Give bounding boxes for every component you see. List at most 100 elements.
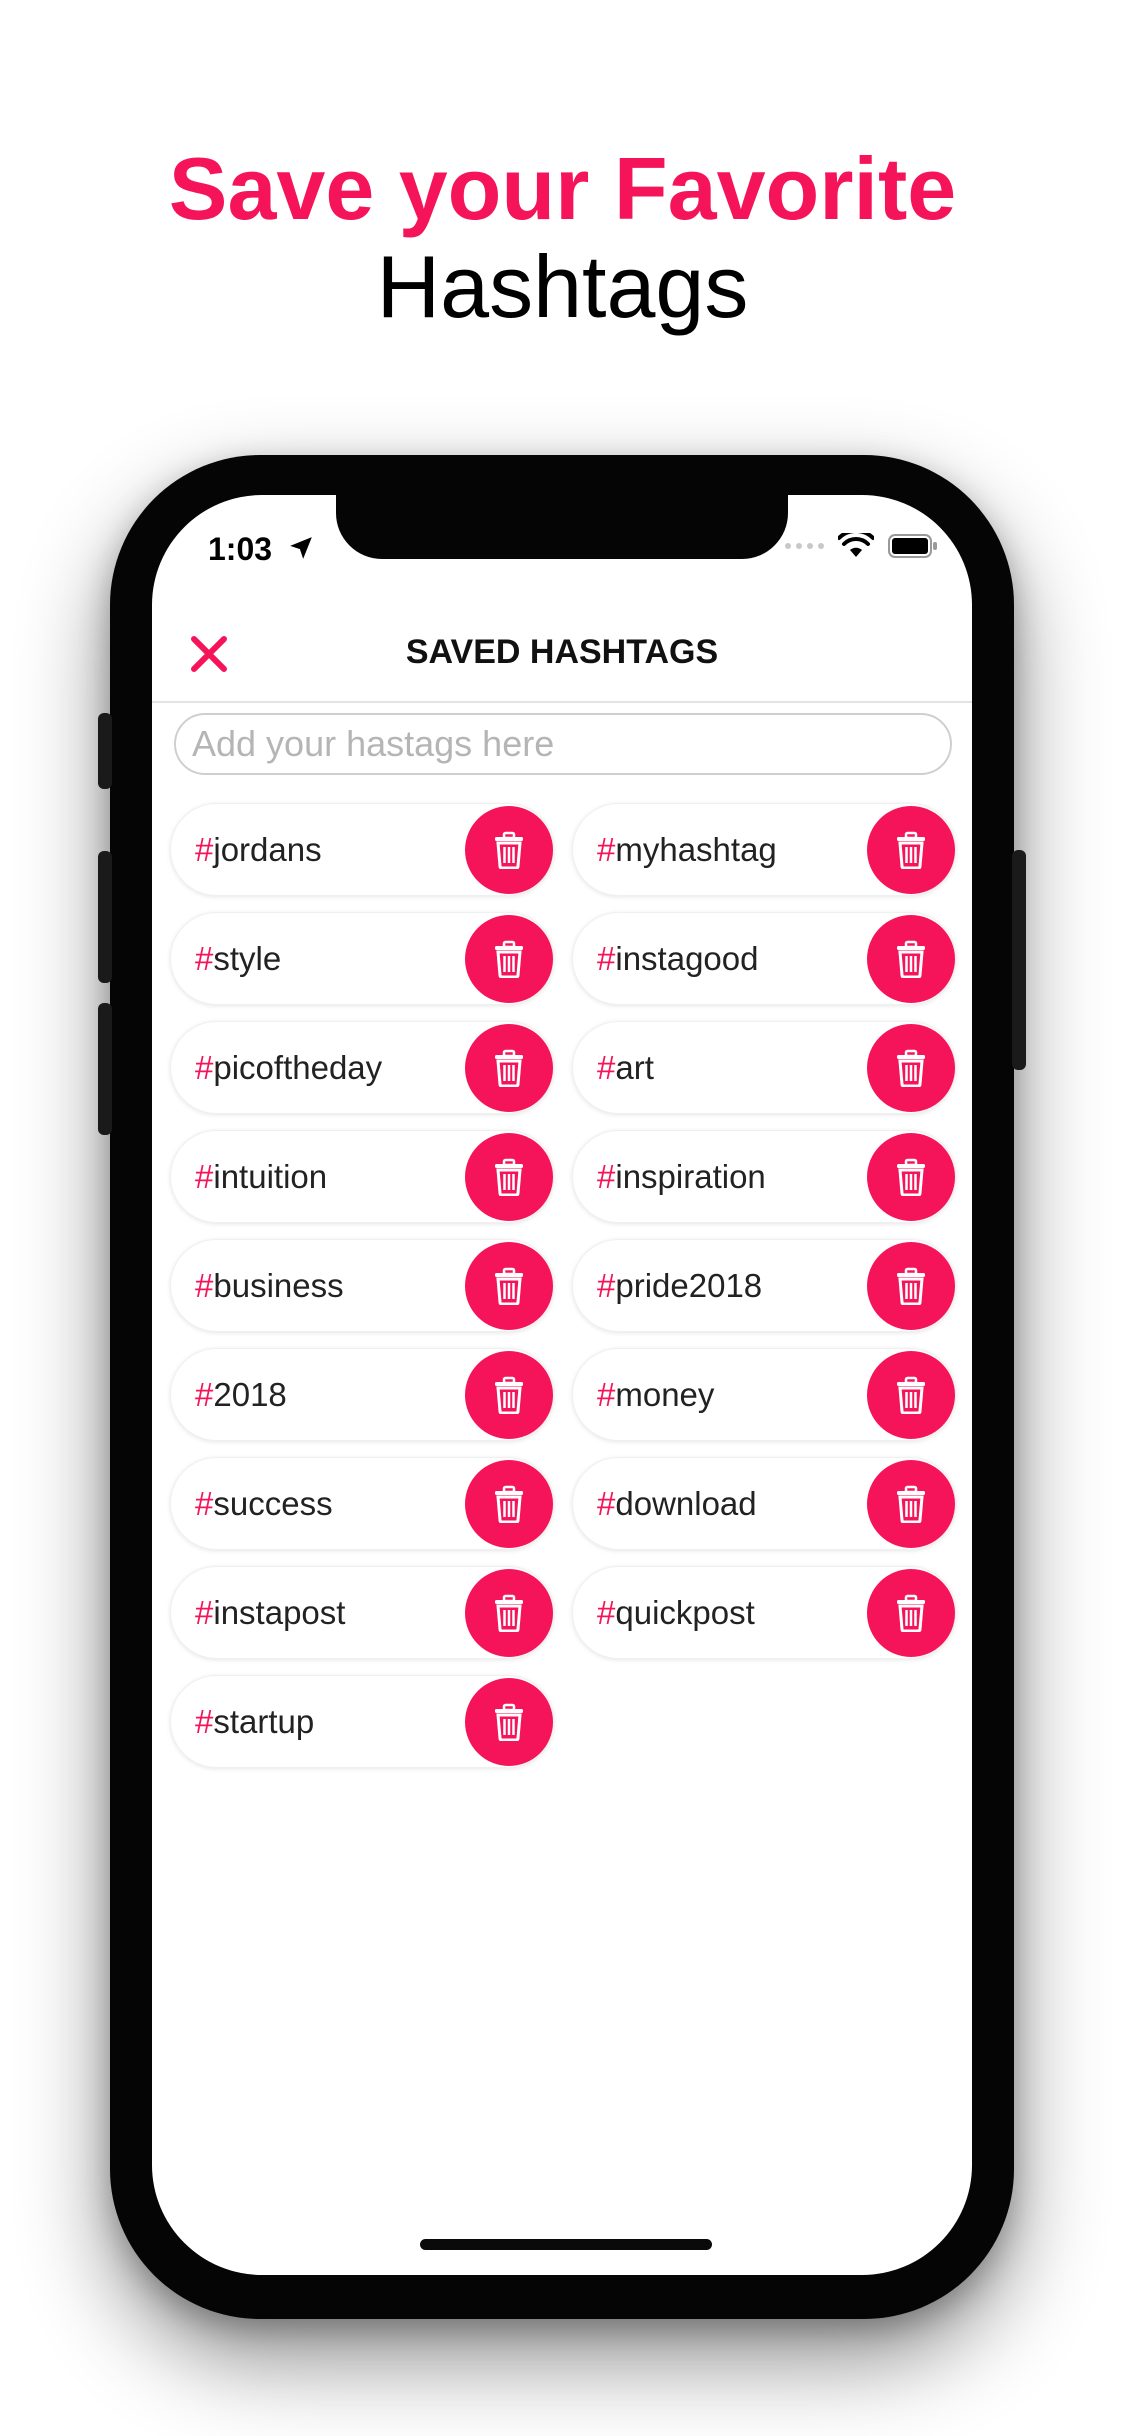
phone-screen: 1:03 SAVED HASHTAGS Add your hastags her… — [152, 495, 972, 2275]
silent-switch — [98, 713, 112, 789]
hashtag-label: #art — [597, 1022, 654, 1113]
hashtag-symbol: # — [195, 1703, 214, 1740]
hashtag-text: startup — [213, 1703, 315, 1740]
trash-icon — [894, 831, 928, 869]
headline: Save your Favorite Hashtags — [0, 140, 1125, 336]
delete-hashtag-button[interactable] — [465, 1460, 553, 1548]
battery-icon — [888, 534, 937, 558]
delete-hashtag-button[interactable] — [867, 1133, 955, 1221]
hashtag-item[interactable]: #instagood — [572, 912, 956, 1005]
hashtag-item[interactable]: #instapost — [170, 1566, 554, 1659]
delete-hashtag-button[interactable] — [465, 1133, 553, 1221]
home-indicator[interactable] — [420, 2239, 712, 2250]
hashtag-item[interactable]: #quickpost — [572, 1566, 956, 1659]
hashtag-text: pride2018 — [615, 1267, 763, 1304]
hashtag-symbol: # — [597, 1049, 616, 1086]
notch — [336, 495, 788, 559]
hashtag-symbol: # — [597, 1594, 616, 1631]
hashtag-symbol: # — [195, 1049, 214, 1086]
hashtag-item[interactable]: #startup — [170, 1675, 554, 1768]
hashtag-text: myhashtag — [615, 831, 777, 868]
status-icons — [785, 533, 938, 559]
hashtag-list: #jordans #myhashtag #style #instagood #picof… — [170, 803, 960, 1768]
hashtag-label: #myhashtag — [597, 804, 777, 895]
hashtag-item[interactable]: #jordans — [170, 803, 554, 896]
hashtag-label: #startup — [195, 1676, 314, 1767]
trash-icon — [492, 1703, 526, 1741]
hashtag-symbol: # — [597, 1267, 616, 1304]
hashtag-item[interactable]: #style — [170, 912, 554, 1005]
trash-icon — [894, 1376, 928, 1414]
hashtag-symbol: # — [195, 1158, 214, 1195]
delete-hashtag-button[interactable] — [867, 1242, 955, 1330]
hashtag-item[interactable]: #inspiration — [572, 1130, 956, 1223]
hashtag-label: #success — [195, 1458, 333, 1549]
delete-hashtag-button[interactable] — [867, 1351, 955, 1439]
delete-hashtag-button[interactable] — [465, 1678, 553, 1766]
hashtag-label: #business — [195, 1240, 344, 1331]
hashtag-label: #instagood — [597, 913, 758, 1004]
hashtag-item[interactable]: #download — [572, 1457, 956, 1550]
hashtag-label: #intuition — [195, 1131, 327, 1222]
trash-icon — [894, 1594, 928, 1632]
hashtag-label: #style — [195, 913, 281, 1004]
navigation-bar: SAVED HASHTAGS — [152, 605, 972, 703]
hashtag-item[interactable]: #intuition — [170, 1130, 554, 1223]
hashtag-symbol: # — [597, 831, 616, 868]
trash-icon — [492, 940, 526, 978]
trash-icon — [894, 1485, 928, 1523]
hashtag-symbol: # — [195, 1267, 214, 1304]
hashtag-item[interactable]: #art — [572, 1021, 956, 1114]
hashtag-symbol: # — [195, 940, 214, 977]
hashtag-text: instagood — [615, 940, 759, 977]
delete-hashtag-button[interactable] — [867, 806, 955, 894]
hashtag-symbol: # — [597, 1376, 616, 1413]
phone-frame: 1:03 SAVED HASHTAGS Add your hastags her… — [98, 455, 1026, 2319]
hashtag-text: success — [213, 1485, 333, 1522]
hashtag-symbol: # — [195, 1376, 214, 1413]
hashtag-label: #jordans — [195, 804, 322, 895]
delete-hashtag-button[interactable] — [465, 1024, 553, 1112]
delete-hashtag-button[interactable] — [867, 1024, 955, 1112]
trash-icon — [492, 1267, 526, 1305]
delete-hashtag-button[interactable] — [465, 915, 553, 1003]
hashtag-item[interactable]: #pride2018 — [572, 1239, 956, 1332]
volume-down-button — [98, 1003, 112, 1135]
delete-hashtag-button[interactable] — [867, 915, 955, 1003]
trash-icon — [492, 1049, 526, 1087]
hashtag-symbol: # — [195, 831, 214, 868]
page-title: SAVED HASHTAGS — [405, 633, 719, 671]
hashtag-label: #inspiration — [597, 1131, 766, 1222]
hashtag-symbol: # — [597, 1485, 616, 1522]
wifi-icon — [838, 533, 874, 557]
hashtag-label: #instapost — [195, 1567, 345, 1658]
hashtag-item[interactable]: #money — [572, 1348, 956, 1441]
hashtag-item[interactable]: #myhashtag — [572, 803, 956, 896]
delete-hashtag-button[interactable] — [465, 1569, 553, 1657]
delete-hashtag-button[interactable] — [867, 1460, 955, 1548]
delete-hashtag-button[interactable] — [465, 1242, 553, 1330]
delete-hashtag-button[interactable] — [465, 1351, 553, 1439]
delete-hashtag-button[interactable] — [465, 806, 553, 894]
trash-icon — [492, 831, 526, 869]
status-time: 1:03 — [208, 531, 273, 567]
trash-icon — [894, 1049, 928, 1087]
hashtag-item[interactable]: #business — [170, 1239, 554, 1332]
hashtag-label: #quickpost — [597, 1567, 755, 1658]
hashtag-text: instapost — [213, 1594, 346, 1631]
hashtag-symbol: # — [195, 1485, 214, 1522]
hashtag-symbol: # — [195, 1594, 214, 1631]
hashtag-label: #picoftheday — [195, 1022, 382, 1113]
trash-icon — [894, 1158, 928, 1196]
hashtag-item[interactable]: #picoftheday — [170, 1021, 554, 1114]
hashtag-item[interactable]: #success — [170, 1457, 554, 1550]
hashtag-text: inspiration — [615, 1158, 766, 1195]
hashtag-text: business — [213, 1267, 344, 1304]
app-store-screenshot: Save your Favorite Hashtags 1:03 SAVED H… — [0, 0, 1125, 2436]
hashtag-item[interactable]: #2018 — [170, 1348, 554, 1441]
hashtag-input[interactable] — [174, 713, 952, 775]
hashtag-text: jordans — [213, 831, 322, 868]
power-button — [1012, 850, 1026, 1070]
trash-icon — [492, 1376, 526, 1414]
delete-hashtag-button[interactable] — [867, 1569, 955, 1657]
